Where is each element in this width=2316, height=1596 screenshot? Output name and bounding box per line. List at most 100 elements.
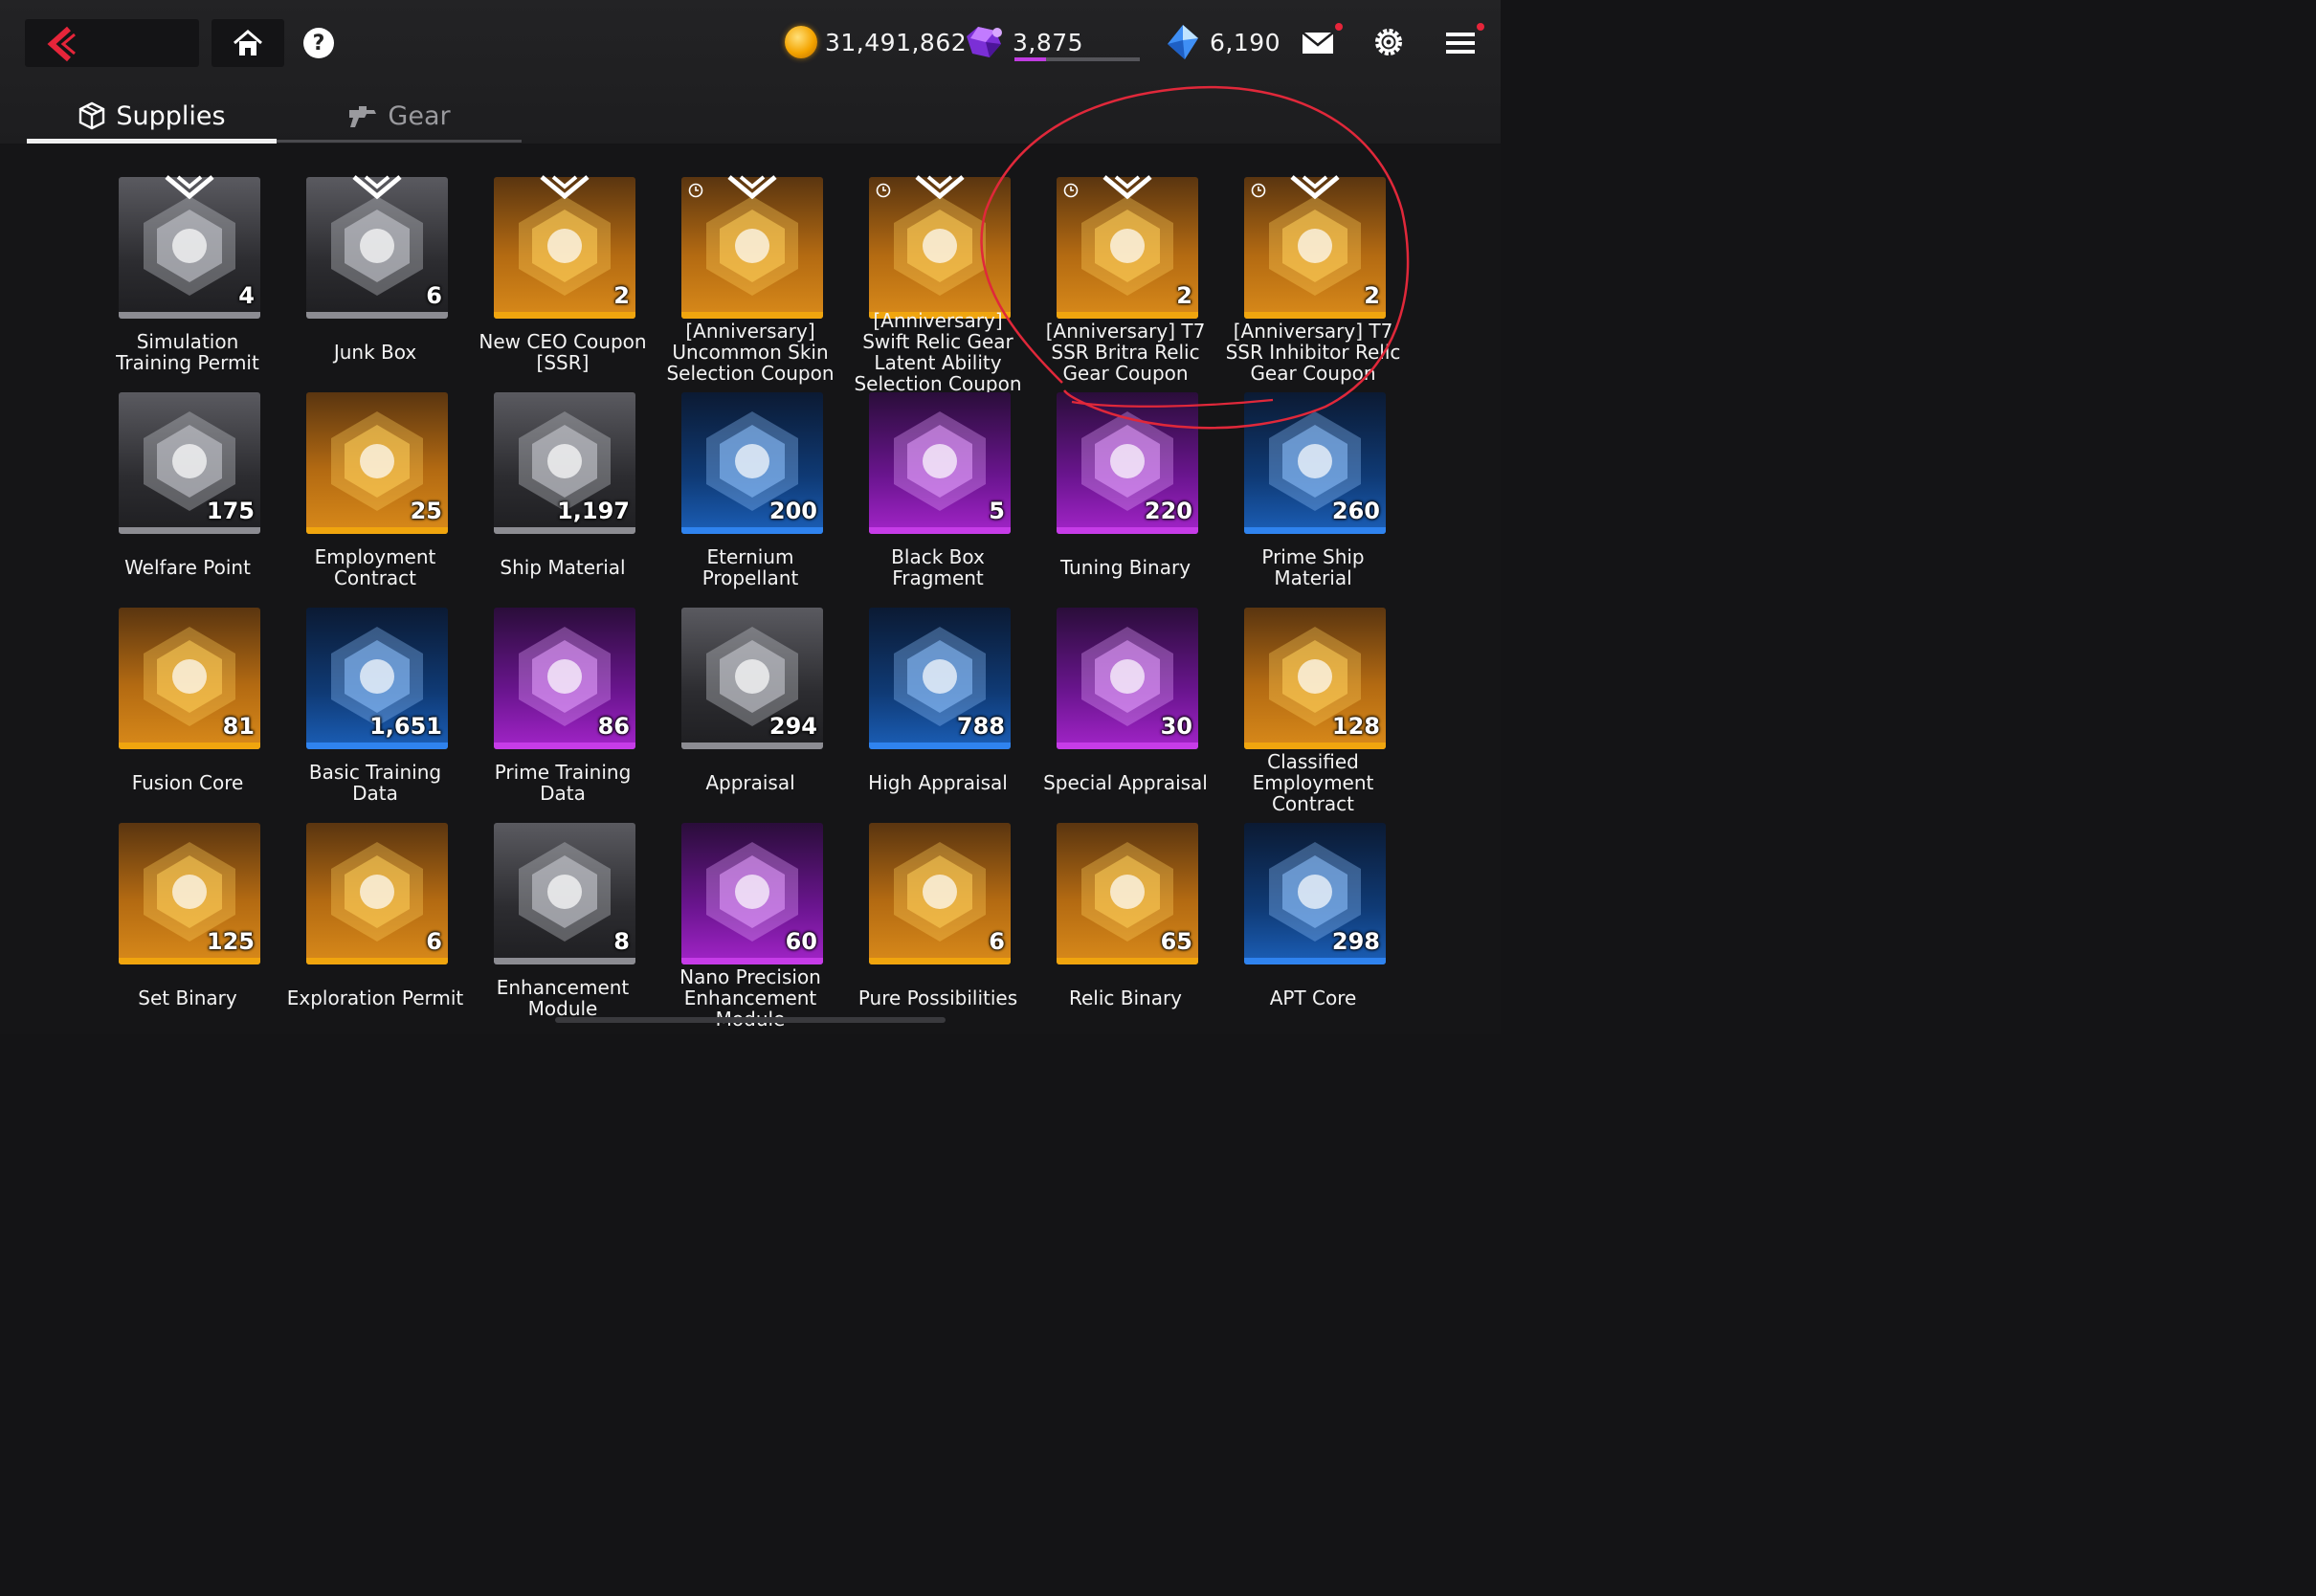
item-name: APT Core bbox=[1269, 986, 1357, 1009]
inventory-item-appraisal[interactable]: 294 Appraisal bbox=[657, 574, 844, 793]
item-count: 1,651 bbox=[369, 713, 442, 740]
item-count: 260 bbox=[1331, 498, 1380, 524]
inventory-item-enhancement-module[interactable]: 8 Enhancement Module bbox=[469, 789, 657, 1019]
item-tile[interactable]: 220 bbox=[1057, 392, 1198, 534]
item-count: 175 bbox=[206, 498, 255, 524]
inventory-item-special-appraisal[interactable]: 30 Special Appraisal bbox=[1032, 574, 1219, 793]
new-item-chevron-icon bbox=[915, 175, 965, 200]
inventory-item-employment-contract[interactable]: 25 Employment Contract bbox=[281, 359, 469, 588]
crystal-currency[interactable]: 6,190 bbox=[1164, 23, 1280, 61]
item-tile[interactable]: 1,197 bbox=[494, 392, 635, 534]
inventory-item-tuning-binary[interactable]: 220 Tuning Binary bbox=[1032, 359, 1219, 578]
inventory-item-nano-precision-enhancement-module[interactable]: 60Nano Precision Enhancement Module bbox=[657, 789, 844, 1030]
item-tile[interactable]: 175 bbox=[119, 392, 260, 534]
item-art-icon bbox=[706, 196, 798, 296]
inventory-item-black-box-fragment[interactable]: 5 Black Box Fragment bbox=[844, 359, 1032, 588]
item-tile[interactable]: 260 bbox=[1244, 392, 1386, 534]
top-bar: ? 31,491,862 3,875 6,190 Supplies Gear bbox=[0, 0, 1501, 144]
rarity-bar bbox=[869, 958, 1011, 964]
clock-icon bbox=[688, 183, 703, 198]
item-art-icon bbox=[894, 842, 986, 942]
tab-supplies-label: Supplies bbox=[116, 100, 226, 131]
rarity-bar bbox=[1057, 958, 1198, 964]
inventory-item-ship-material[interactable]: 1,197 Ship Material bbox=[469, 359, 657, 578]
item-count: 2 bbox=[613, 282, 630, 309]
back-button[interactable] bbox=[25, 19, 199, 67]
item-art-icon bbox=[144, 196, 235, 296]
item-tile[interactable]: 128 bbox=[1244, 608, 1386, 749]
menu-button[interactable] bbox=[1445, 23, 1484, 63]
crystal-amount: 6,190 bbox=[1210, 28, 1281, 56]
rarity-bar bbox=[869, 527, 1011, 534]
tab-gear-label: Gear bbox=[388, 100, 451, 131]
item-count: 65 bbox=[1160, 928, 1192, 955]
rarity-bar bbox=[1244, 743, 1386, 749]
rarity-bar bbox=[119, 958, 260, 964]
hamburger-menu-icon bbox=[1446, 33, 1475, 54]
item-art-icon bbox=[519, 196, 611, 296]
item-tile[interactable]: 81 bbox=[119, 608, 260, 749]
new-item-chevron-icon bbox=[540, 175, 590, 200]
item-count: 788 bbox=[956, 713, 1005, 740]
mail-button[interactable] bbox=[1302, 23, 1343, 63]
inventory-item-pure-possibilities[interactable]: 6 Pure Possibilities bbox=[844, 789, 1032, 1009]
item-tile[interactable]: 294 bbox=[681, 608, 823, 749]
tab-supplies[interactable]: Supplies bbox=[27, 92, 277, 140]
item-tile[interactable]: 298 bbox=[1244, 823, 1386, 964]
item-tile[interactable]: 5 bbox=[869, 392, 1011, 534]
item-count: 5 bbox=[989, 498, 1005, 524]
scroll-indicator[interactable] bbox=[555, 1017, 946, 1023]
item-count: 2 bbox=[1364, 282, 1380, 309]
item-art-icon bbox=[519, 842, 611, 942]
item-tile[interactable]: 125 bbox=[119, 823, 260, 964]
inventory-item-prime-training-data[interactable]: 86 Prime Training Data bbox=[469, 574, 657, 804]
inventory-item-exploration-permit[interactable]: 6 Exploration Permit bbox=[281, 789, 469, 1009]
inventory-item-relic-binary[interactable]: 65 Relic Binary bbox=[1032, 789, 1219, 1009]
inventory-item-apt-core[interactable]: 298 APT Core bbox=[1219, 789, 1407, 1009]
item-tile[interactable]: 25 bbox=[306, 392, 448, 534]
inventory-item-classified-employment-contract[interactable]: 128 Classified Employment Contract bbox=[1219, 574, 1407, 814]
inventory-item-new-ceo-coupon-ssr[interactable]: 2 New CEO Coupon [SSR] bbox=[469, 144, 657, 373]
item-tile[interactable]: 60 bbox=[681, 823, 823, 964]
tab-gear[interactable]: Gear bbox=[277, 92, 522, 140]
rarity-bar bbox=[306, 312, 448, 319]
item-tile[interactable]: 8 bbox=[494, 823, 635, 964]
inventory-item-welfare-point[interactable]: 175 Welfare Point bbox=[94, 359, 281, 578]
inventory-item-set-binary[interactable]: 125 Set Binary bbox=[94, 789, 281, 1009]
gem-amount: 3,875 bbox=[1013, 28, 1084, 56]
help-button[interactable]: ? bbox=[303, 28, 334, 58]
item-tile[interactable]: 1,651 bbox=[306, 608, 448, 749]
inventory-item-fusion-core[interactable]: 81 Fusion Core bbox=[94, 574, 281, 793]
item-tile[interactable]: 200 bbox=[681, 392, 823, 534]
inventory-item-anniversary-t7-ssr-inhibitor-relic-gear-coupon[interactable]: 2 [Anniversary] T7 SSR Inhibitor Relic Ge… bbox=[1219, 144, 1407, 384]
inventory-item-eternium-propellant[interactable]: 200 Eternium Propellant bbox=[657, 359, 844, 588]
item-count: 30 bbox=[1160, 713, 1192, 740]
inventory-item-anniversary-swift-relic-gear-latent-ability-selection-coupon[interactable]: [Anniversary] Swift Relic Gear Latent Ab… bbox=[844, 144, 1032, 394]
gold-amount: 31,491,862 bbox=[825, 28, 968, 56]
inventory-item-basic-training-data[interactable]: 1,651 Basic Training Data bbox=[281, 574, 469, 804]
home-button[interactable] bbox=[212, 19, 284, 67]
item-count: 220 bbox=[1144, 498, 1192, 524]
home-icon bbox=[234, 30, 262, 55]
item-tile[interactable]: 30 bbox=[1057, 608, 1198, 749]
settings-button[interactable] bbox=[1372, 25, 1405, 63]
rarity-bar bbox=[494, 743, 635, 749]
inventory-item-anniversary-uncommon-skin-selection-coupon[interactable]: [Anniversary] Uncommon Skin Selection Co… bbox=[657, 144, 844, 384]
question-mark-icon: ? bbox=[312, 31, 325, 55]
item-count: 294 bbox=[768, 713, 817, 740]
item-tile[interactable]: 6 bbox=[869, 823, 1011, 964]
inventory-item-high-appraisal[interactable]: 788 High Appraisal bbox=[844, 574, 1032, 793]
item-art-icon bbox=[331, 842, 423, 942]
item-tile[interactable]: 86 bbox=[494, 608, 635, 749]
gold-currency[interactable]: 31,491,862 bbox=[785, 23, 967, 61]
gem-currency[interactable]: 3,875 bbox=[963, 23, 1083, 61]
inventory-item-anniversary-t7-ssr-britra-relic-gear-coupon[interactable]: 2 [Anniversary] T7 SSR Britra Relic Gear … bbox=[1032, 144, 1219, 384]
item-tile[interactable]: 788 bbox=[869, 608, 1011, 749]
inventory-item-simulation-training-permit[interactable]: 4 Simulation Training Permit bbox=[94, 144, 281, 373]
item-tile[interactable]: 65 bbox=[1057, 823, 1198, 964]
item-art-icon bbox=[331, 196, 423, 296]
inventory-item-prime-ship-material[interactable]: 260 Prime Ship Material bbox=[1219, 359, 1407, 588]
clock-icon bbox=[1063, 183, 1079, 198]
item-tile[interactable]: 6 bbox=[306, 823, 448, 964]
inventory-item-junk-box[interactable]: 6 Junk Box bbox=[281, 144, 469, 363]
